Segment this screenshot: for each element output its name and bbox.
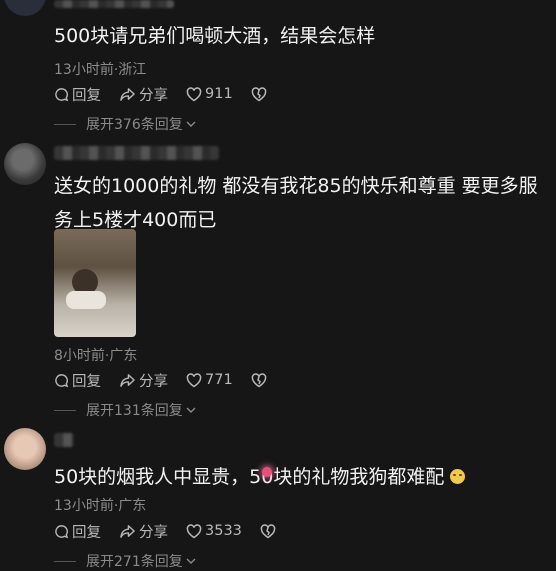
username-blurred[interactable] [54, 433, 74, 447]
avatar[interactable] [4, 428, 46, 470]
expand-replies-button[interactable]: 展开271条回复 [54, 551, 196, 571]
dislike-button[interactable] [251, 372, 270, 388]
avatar[interactable] [4, 0, 46, 16]
reply-button[interactable]: 回复 [54, 84, 101, 105]
share-button[interactable]: 分享 [119, 84, 168, 105]
screen-glare [262, 467, 272, 477]
share-label: 分享 [139, 87, 168, 104]
comment-actions: 回复 分享 3533 [54, 520, 297, 542]
share-arrow-icon [120, 87, 135, 101]
share-label: 分享 [139, 524, 168, 541]
like-button[interactable]: 3533 [186, 523, 242, 539]
expand-replies-button[interactable]: 展开131条回复 [54, 400, 196, 420]
like-count: 911 [205, 86, 233, 102]
comment-bubble-icon [55, 87, 69, 101]
comment-text-body: 50块的烟我人中显贵，50块的礼物我狗都难配 [54, 466, 445, 488]
like-button[interactable]: 771 [186, 372, 233, 388]
reply-button[interactable]: 回复 [54, 370, 101, 391]
reply-label: 回复 [72, 373, 101, 390]
share-arrow-icon [120, 524, 135, 538]
reply-button[interactable]: 回复 [54, 521, 101, 542]
like-button[interactable]: 911 [186, 86, 233, 102]
like-count: 771 [205, 372, 233, 388]
avatar[interactable] [4, 143, 46, 185]
comment-text: 送女的1000的礼物 都没有我花85的快乐和尊重 要更多服务上5楼才400而已 [54, 175, 538, 231]
comment-bubble-icon [55, 373, 69, 387]
divider [54, 123, 76, 125]
expand-label: 展开376条回复 [86, 117, 183, 133]
comment-actions: 回复 分享 911 [54, 83, 288, 105]
comment-text: 50块的烟我人中显贵，50块的礼物我狗都难配 [54, 460, 544, 494]
comment-actions: 回复 分享 771 [54, 369, 288, 391]
expand-label: 展开271条回复 [86, 554, 183, 570]
expand-replies-button[interactable]: 展开376条回复 [54, 114, 196, 134]
share-arrow-icon [120, 373, 135, 387]
expand-label: 展开131条回复 [86, 403, 183, 419]
heart-icon [186, 372, 202, 387]
photo-figure-body [66, 291, 106, 309]
username-blurred[interactable] [54, 0, 174, 8]
broken-heart-icon [251, 86, 266, 101]
chevron-down-icon [186, 121, 196, 127]
heart-icon [186, 523, 202, 538]
username-blurred[interactable] [54, 146, 219, 160]
reply-label: 回复 [72, 524, 101, 541]
comment-meta: 13小时前·浙江 [54, 62, 147, 78]
broken-heart-icon [251, 372, 266, 387]
like-count: 3533 [205, 523, 242, 539]
chevron-down-icon [186, 407, 196, 413]
comment-meta: 13小时前·广东 [54, 498, 147, 514]
share-button[interactable]: 分享 [119, 370, 168, 391]
chevron-down-icon [186, 558, 196, 564]
dislike-button[interactable] [251, 86, 270, 102]
crying-emoji-icon [450, 469, 466, 484]
comment-text: 500块请兄弟们喝顿大酒，结果会怎样 [54, 25, 376, 47]
share-label: 分享 [139, 373, 168, 390]
comment-image[interactable] [54, 229, 136, 337]
divider [54, 409, 76, 411]
comment-meta: 8小时前·广东 [54, 348, 138, 364]
comment-bubble-icon [55, 524, 69, 538]
heart-icon [186, 86, 202, 101]
share-button[interactable]: 分享 [119, 521, 168, 542]
dislike-button[interactable] [260, 523, 279, 539]
reply-label: 回复 [72, 87, 101, 104]
divider [54, 560, 76, 562]
broken-heart-icon [260, 523, 276, 538]
